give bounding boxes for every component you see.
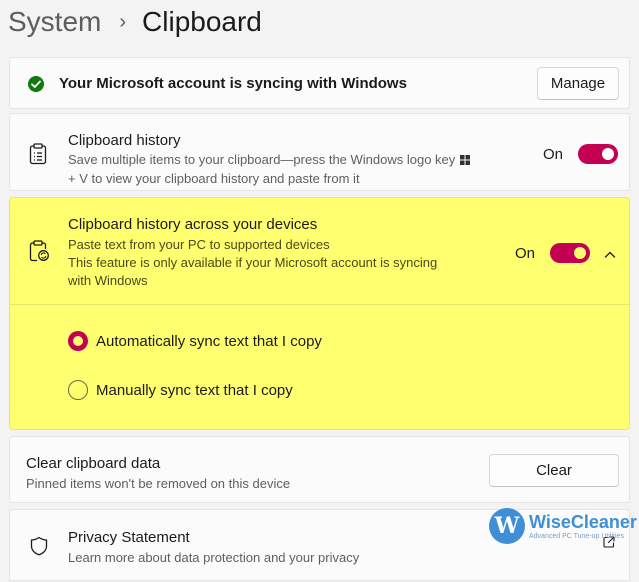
clipboard-sync-icon xyxy=(29,240,49,267)
clear-clipboard-title: Clear clipboard data xyxy=(26,455,161,472)
clear-clipboard-description: Pinned items won't be removed on this de… xyxy=(26,476,291,491)
across-devices-desc-line1: Paste text from your PC to supported dev… xyxy=(68,237,330,252)
clipboard-across-devices-setting: Clipboard history across your devices Pa… xyxy=(9,197,630,430)
radio-label-auto-sync: Automatically sync text that I copy xyxy=(96,332,322,350)
clipboard-history-title: Clipboard history xyxy=(68,132,181,149)
across-devices-toggle[interactable] xyxy=(550,243,590,263)
across-devices-desc-line3: with Windows xyxy=(68,273,148,288)
radio-dot xyxy=(73,336,83,346)
across-devices-toggle-label: On xyxy=(515,245,536,262)
section-divider xyxy=(10,304,629,305)
breadcrumb-separator: › xyxy=(119,10,127,33)
manage-button[interactable]: Manage xyxy=(537,67,619,100)
clipboard-history-toggle-label: On xyxy=(543,146,564,163)
clear-clipboard-setting: Clear clipboard data Pinned items won't … xyxy=(9,436,630,503)
windows-logo-icon xyxy=(460,152,471,170)
wisecleaner-logo: W xyxy=(489,508,525,544)
across-devices-desc-line2: This feature is only available if your M… xyxy=(68,255,438,270)
across-devices-description: Paste text from your PC to supported dev… xyxy=(68,236,498,290)
sync-status-text: Your Microsoft account is syncing with W… xyxy=(59,75,407,92)
watermark-tagline: Advanced PC Tune-up Utilities xyxy=(529,532,624,540)
toggle-knob xyxy=(574,247,586,259)
account-sync-banner: Your Microsoft account is syncing with W… xyxy=(9,57,630,109)
privacy-statement-description: Learn more about data protection and you… xyxy=(68,550,360,565)
breadcrumb-parent-system[interactable]: System xyxy=(8,6,101,38)
clear-button[interactable]: Clear xyxy=(489,454,619,487)
clipboard-history-setting: Clipboard history Save multiple items to… xyxy=(9,113,630,191)
radio-label-manual-sync: Manually sync text that I copy xyxy=(96,381,293,399)
wisecleaner-watermark: W WiseCleaner Advanced PC Tune-up Utilit… xyxy=(489,508,637,544)
radio-button-unselected[interactable] xyxy=(68,380,88,400)
clipboard-history-description: Save multiple items to your clipboard—pr… xyxy=(68,151,508,188)
across-devices-title: Clipboard history across your devices xyxy=(68,216,318,233)
shield-icon xyxy=(30,536,48,561)
page-title: Clipboard xyxy=(142,6,262,37)
toggle-knob xyxy=(602,148,614,160)
watermark-name: WiseCleaner xyxy=(529,511,637,532)
breadcrumb: System › Clipboard xyxy=(8,2,262,42)
clipboard-history-desc-line2: + V to view your clipboard history and p… xyxy=(68,171,360,186)
radio-option-auto-sync[interactable]: Automatically sync text that I copy xyxy=(68,331,322,351)
clipboard-list-icon xyxy=(29,143,47,170)
clipboard-history-toggle[interactable] xyxy=(578,144,618,164)
chevron-up-icon[interactable] xyxy=(604,247,616,265)
radio-option-manual-sync[interactable]: Manually sync text that I copy xyxy=(68,380,293,400)
privacy-statement-title: Privacy Statement xyxy=(68,529,190,546)
check-circle-icon xyxy=(27,75,45,98)
radio-button-selected[interactable] xyxy=(68,331,88,351)
clipboard-history-desc-line1: Save multiple items to your clipboard—pr… xyxy=(68,152,456,167)
